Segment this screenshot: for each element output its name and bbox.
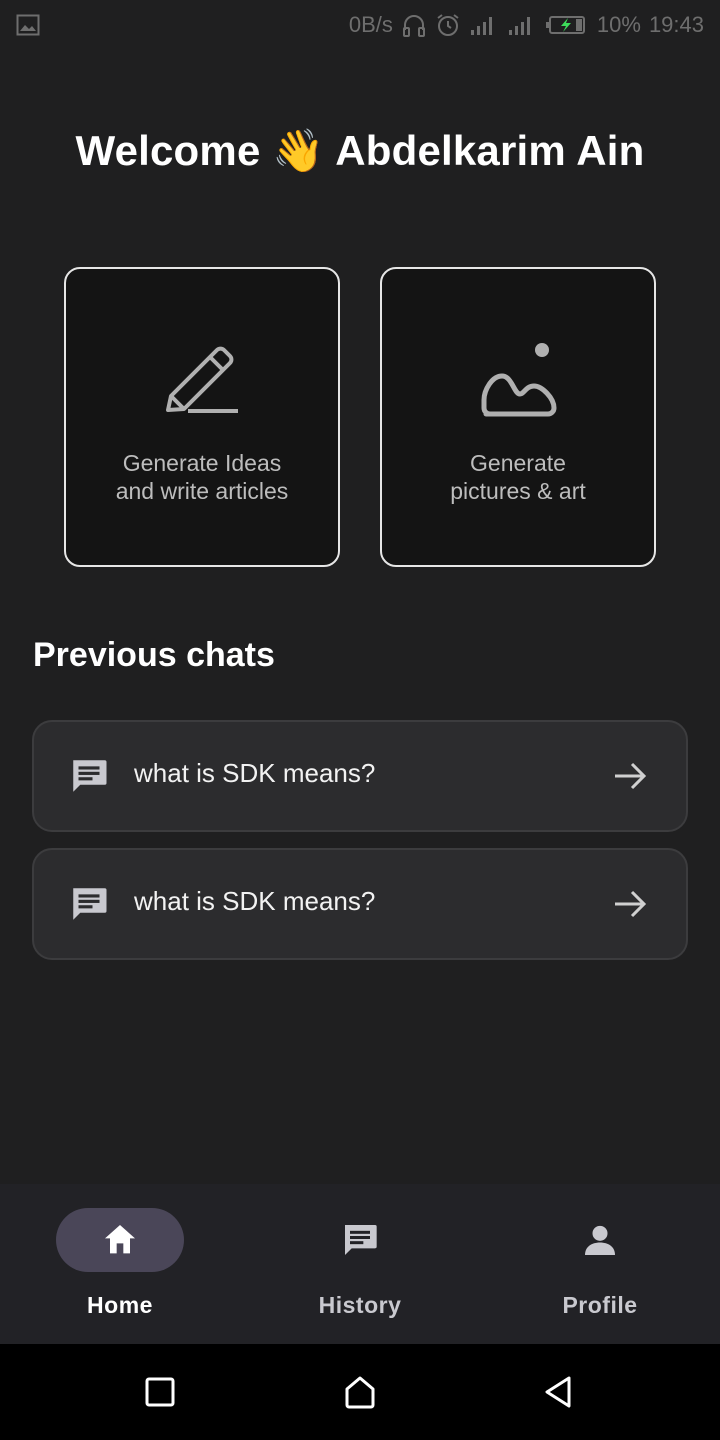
back-icon[interactable] [540,1374,576,1410]
waving-hand-emoji: 👋 [272,126,325,175]
landscape-icon [476,339,560,421]
status-indicators: 0B/s 10% 19:43 [349,12,704,38]
arrow-right-icon [615,762,647,790]
nav-label-profile: Profile [562,1292,638,1318]
arrow-right-icon [615,890,647,918]
nav-item-history[interactable]: History [240,1184,480,1344]
nav-item-home[interactable]: Home [0,1184,240,1344]
generate-pictures-label: Generate pictures & art [450,450,586,504]
welcome-prefix: Welcome [75,127,261,174]
chat-title: what is SDK means? [134,885,376,916]
recent-apps-icon[interactable] [142,1374,178,1410]
net-speed: 0B/s [348,12,393,37]
status-bar: 0B/s 10% 19:43 [0,0,720,50]
chat-icon [73,760,107,792]
chat-icon [73,888,107,920]
welcome-heading: Welcome 👋 Abdelkarim Ain [0,126,720,176]
chat-icon [345,1225,377,1255]
image-icon [16,14,40,36]
clock: 19:43 [648,12,704,37]
system-navigation-bar [0,1344,720,1440]
chat-title: what is SDK means? [134,757,376,788]
nav-label-home: Home [87,1292,153,1318]
generate-pictures-card[interactable]: Generate pictures & art [380,267,656,567]
person-icon [585,1225,615,1255]
pencil-icon [162,339,242,421]
battery-percent: 10% [596,12,641,37]
generate-ideas-label: Generate Ideas and write articles [115,450,289,504]
headphones-icon [402,15,425,37]
battery-charging-icon [545,16,585,34]
user-name: Abdelkarim Ain [335,127,645,174]
bottom-navigation: Home History Profile [0,1184,720,1344]
generate-ideas-card[interactable]: Generate Ideas and write articles [64,267,340,567]
signal-icon [508,17,530,35]
nav-item-profile[interactable]: Profile [480,1184,720,1344]
home-icon [105,1225,135,1254]
chat-list-item[interactable]: what is SDK means? [32,720,688,832]
previous-chats-title: Previous chats [33,636,275,674]
alarm-icon [437,14,459,36]
signal-icon [470,17,492,35]
home-button-icon[interactable] [342,1374,378,1410]
nav-label-history: History [318,1292,402,1318]
chat-list-item[interactable]: what is SDK means? [32,848,688,960]
